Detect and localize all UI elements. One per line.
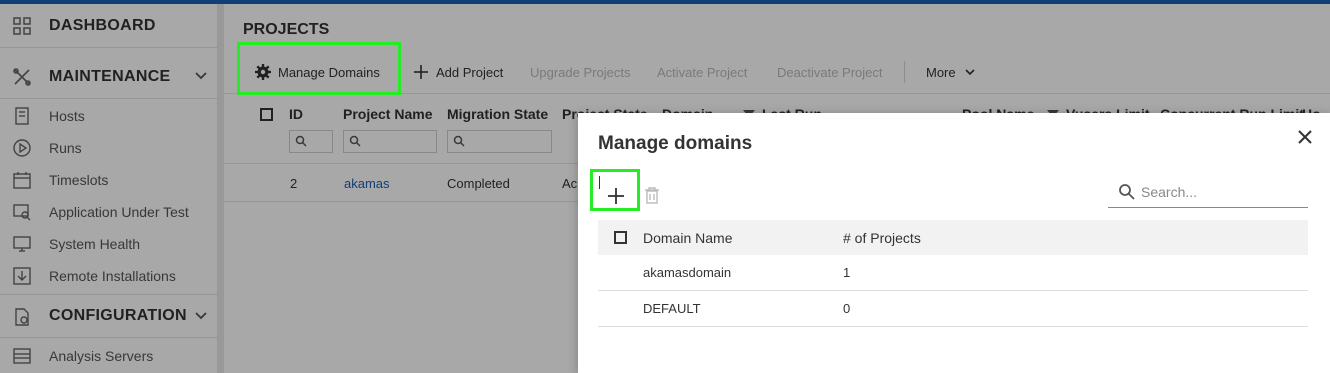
table-row[interactable]: DEFAULT 0: [598, 291, 1308, 327]
close-icon[interactable]: [1296, 128, 1314, 146]
dialog-title: Manage domains: [598, 133, 753, 154]
cell-domain-name: DEFAULT: [643, 301, 701, 316]
cell-projects-count: 1: [843, 265, 851, 280]
column-header-domain-name[interactable]: Domain Name: [643, 230, 732, 246]
domain-search-input[interactable]: [1141, 182, 1301, 202]
select-all-domains-checkbox[interactable]: [614, 231, 627, 244]
domain-search-field: [1108, 177, 1308, 208]
trash-icon[interactable]: [644, 187, 660, 204]
search-icon: [1119, 184, 1135, 200]
annotation-highlight-manage-domains: [237, 42, 401, 95]
cell-projects-count: 0: [843, 301, 851, 316]
cell-domain-name: akamasdomain: [643, 265, 732, 280]
manage-domains-dialog: Manage domains Domain Name # of Projects…: [578, 113, 1330, 373]
domains-table-header: Domain Name # of Projects: [598, 220, 1308, 255]
annotation-highlight-add-domain: [590, 169, 640, 211]
table-row[interactable]: akamasdomain 1: [598, 255, 1308, 291]
column-header-projects-count[interactable]: # of Projects: [843, 230, 921, 246]
